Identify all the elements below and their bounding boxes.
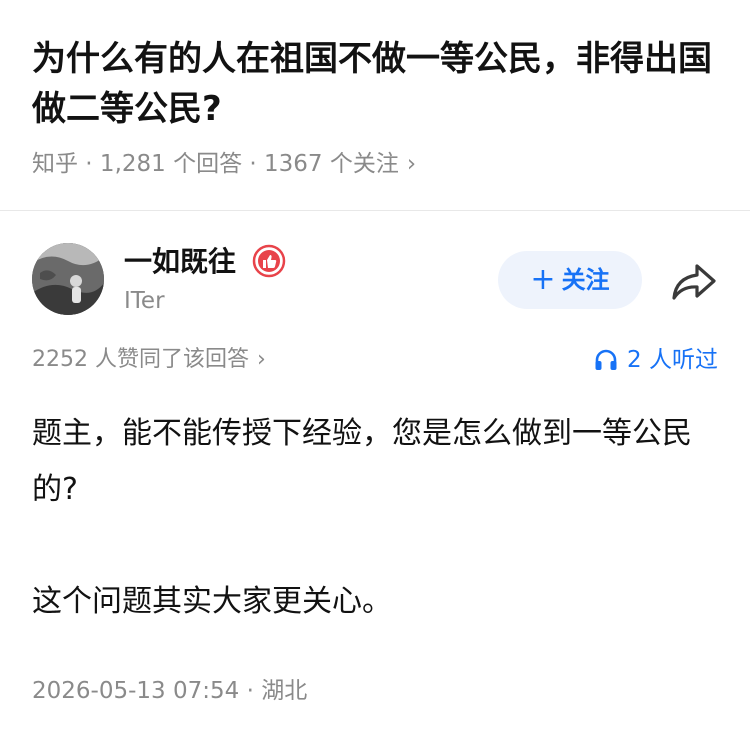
section-divider [0, 210, 750, 211]
avatar-image [32, 243, 104, 315]
question-title[interactable]: 为什么有的人在祖国不做一等公民，非得出国做二等公民? [32, 34, 722, 134]
question-meta[interactable]: 知乎 · 1,281 个回答 · 1367 个关注 › [32, 148, 416, 180]
follow-button[interactable]: + 关注 [498, 251, 642, 309]
author-name[interactable]: 一如既往 [124, 244, 236, 280]
answer-body: 题主，能不能传授下经验，您是怎么做到一等公民的? 这个问题其实大家更关心。 [32, 406, 722, 630]
answer-paragraph: 这个问题其实大家更关心。 [32, 584, 392, 619]
upvote-count[interactable]: 2252 人赞同了该回答 › [32, 344, 266, 376]
chevron-right-icon: › [406, 151, 417, 177]
follow-label: 关注 [561, 266, 610, 294]
plus-icon: + [530, 262, 556, 297]
thumbs-up-badge-icon [252, 244, 286, 278]
headphones-icon [595, 349, 617, 370]
listen-count[interactable]: 2 人听过 [593, 344, 718, 376]
author-bio: ITer [124, 288, 165, 314]
answer-timestamp: 2026-05-13 07:54 · 湖北 [32, 678, 308, 704]
question-meta-text: 知乎 · 1,281 个回答 · 1367 个关注 [32, 151, 399, 177]
author-avatar[interactable] [32, 243, 104, 315]
answer-paragraph: 题主，能不能传授下经验，您是怎么做到一等公民的? [32, 416, 692, 507]
listen-count-text: 2 人听过 [627, 347, 718, 373]
chevron-right-icon: › [256, 347, 266, 372]
share-icon[interactable] [670, 260, 718, 304]
upvote-count-text: 2252 人赞同了该回答 [32, 347, 249, 372]
